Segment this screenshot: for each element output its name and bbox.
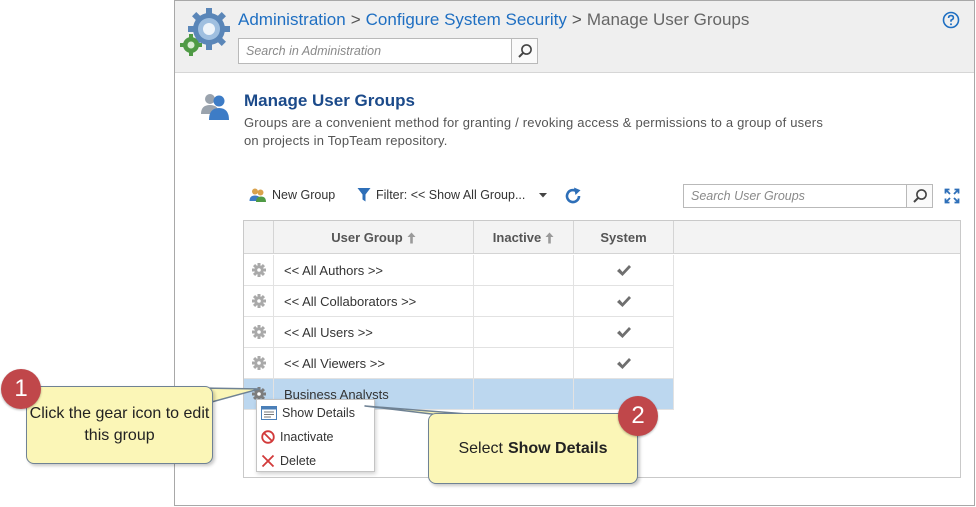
admin-search-box <box>238 38 538 64</box>
sort-arrow-icon <box>545 232 554 243</box>
row-group-name: << All Collaborators >> <box>274 286 474 316</box>
column-inactive[interactable]: Inactive <box>474 221 574 254</box>
menu-item-label: Show Details <box>282 406 355 420</box>
row-gear-cell <box>244 348 274 378</box>
row-inactive <box>474 379 574 409</box>
menu-item-label: Inactivate <box>280 430 334 444</box>
search-icon <box>912 189 927 203</box>
callout-step-1: Click the gear icon to edit this group <box>26 386 213 464</box>
table-row[interactable]: << All Users >> <box>244 317 674 348</box>
header-filler <box>674 221 962 254</box>
page-description: Groups are a convenient method for grant… <box>244 115 824 148</box>
column-system-label: System <box>600 230 647 245</box>
row-gear-cell <box>244 317 274 347</box>
inactivate-icon <box>261 430 275 444</box>
checkmark-icon <box>616 357 631 369</box>
breadcrumb-separator: > <box>350 10 361 29</box>
filter-dropdown[interactable]: Filter: << Show All Group... <box>357 187 548 203</box>
breadcrumb-current: Manage User Groups <box>586 10 750 29</box>
search-icon <box>517 44 532 58</box>
row-system <box>574 317 674 347</box>
group-search-box <box>683 184 933 208</box>
column-inactive-label: Inactive <box>492 230 542 245</box>
header-band: Administration > Configure System Security… <box>175 1 974 73</box>
header-gear-column <box>244 221 274 254</box>
new-group-icon <box>249 188 266 202</box>
row-system <box>574 348 674 378</box>
row-inactive <box>474 286 574 316</box>
page-title: Manage User Groups <box>244 91 415 110</box>
new-group-label: New Group <box>272 188 336 202</box>
checkmark-icon <box>616 264 631 276</box>
row-group-name: << All Viewers >> <box>274 348 474 378</box>
menu-item-delete[interactable]: Delete <box>257 450 374 472</box>
grid-header: User Group Inactive System <box>244 221 960 254</box>
table-row[interactable]: << All Collaborators >> <box>244 286 674 317</box>
row-context-menu: Show Details Inactivate Delete <box>256 399 375 472</box>
row-system <box>574 286 674 316</box>
column-user-group-label: User Group <box>331 230 403 245</box>
column-user-group[interactable]: User Group <box>274 221 474 254</box>
row-gear-icon[interactable] <box>251 325 266 339</box>
menu-item-inactivate[interactable]: Inactivate <box>257 426 374 448</box>
step-badge-2: 2 <box>618 396 658 436</box>
row-inactive <box>474 255 574 285</box>
delete-icon <box>261 454 275 468</box>
row-inactive <box>474 348 574 378</box>
table-row[interactable]: << All Authors >> <box>244 255 674 286</box>
group-search-button[interactable] <box>906 185 932 207</box>
checkmark-icon <box>616 326 631 338</box>
row-gear-icon[interactable] <box>251 356 266 370</box>
breadcrumb-separator: > <box>571 10 582 29</box>
sort-arrow-icon <box>407 232 416 243</box>
checkmark-icon <box>616 295 631 307</box>
row-gear-cell <box>244 255 274 285</box>
callout-step-1-text: Click the gear icon to edit this group <box>29 405 210 444</box>
row-system <box>574 255 674 285</box>
details-icon <box>261 406 277 420</box>
menu-item-label: Delete <box>280 454 317 468</box>
callout-step-2: Select Show Details <box>428 413 638 484</box>
row-inactive <box>474 317 574 347</box>
row-gear-icon[interactable] <box>251 294 266 308</box>
expand-icon[interactable] <box>944 188 960 204</box>
admin-gears-icon <box>180 8 230 56</box>
callout-step-2-prefix: Select <box>458 439 503 457</box>
admin-search-button[interactable] <box>511 39 537 63</box>
new-group-button[interactable]: New Group <box>249 187 335 203</box>
row-group-name: << All Authors >> <box>274 255 474 285</box>
row-gear-icon[interactable] <box>251 263 266 277</box>
help-icon[interactable] <box>942 11 960 29</box>
step-badge-1: 1 <box>1 369 41 409</box>
menu-item-show-details[interactable]: Show Details <box>257 402 374 424</box>
dropdown-arrow-icon <box>539 193 548 198</box>
breadcrumb: Administration > Configure System Security… <box>238 10 749 30</box>
row-group-name: << All Users >> <box>274 317 474 347</box>
breadcrumb-administration-link[interactable]: Administration <box>238 10 346 29</box>
user-group-icon <box>201 94 229 120</box>
column-system[interactable]: System <box>574 221 674 254</box>
group-search-input[interactable] <box>684 185 906 207</box>
filter-label: Filter: << Show All Group... <box>376 188 526 202</box>
table-row[interactable]: << All Viewers >> <box>244 348 674 379</box>
breadcrumb-configure-security-link[interactable]: Configure System Security <box>366 10 567 29</box>
row-gear-cell <box>244 286 274 316</box>
admin-search-input[interactable] <box>239 39 511 63</box>
callout-step-2-bold: Show Details <box>507 439 608 457</box>
refresh-icon[interactable] <box>563 186 583 206</box>
filter-icon <box>357 188 371 202</box>
